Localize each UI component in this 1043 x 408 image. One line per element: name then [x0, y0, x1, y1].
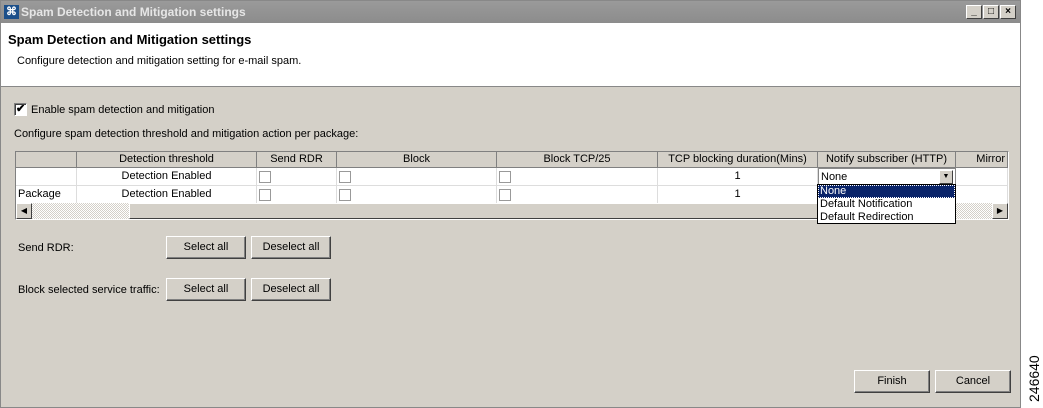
block-checkbox[interactable]: [339, 189, 351, 201]
send-rdr-checkbox[interactable]: [259, 189, 271, 201]
column-header[interactable]: [16, 152, 77, 168]
column-header[interactable]: TCP blocking duration(Mins): [658, 152, 818, 168]
column-header[interactable]: Notify subscriber (HTTP): [818, 152, 956, 168]
close-button[interactable]: ×: [1000, 5, 1016, 19]
check-icon: ✔: [16, 103, 26, 115]
column-header[interactable]: Detection threshold: [77, 152, 257, 168]
send-rdr-deselect-all-button[interactable]: Deselect all: [251, 236, 331, 259]
column-header[interactable]: Send RDR: [257, 152, 337, 168]
mirror-cell[interactable]: [956, 168, 1008, 186]
page-title: Spam Detection and Mitigation settings: [8, 32, 252, 47]
dropdown-option[interactable]: None: [818, 185, 955, 198]
wizard-header: Spam Detection and Mitigation settings C…: [1, 23, 1020, 87]
threshold-cell[interactable]: Detection Enabled: [77, 168, 257, 186]
dropdown-option[interactable]: Default Notification: [818, 198, 955, 211]
send-rdr-label: Send RDR:: [18, 242, 74, 254]
dialog-window: ⌘ Spam Detection and Mitigation settings…: [0, 0, 1021, 408]
threshold-cell[interactable]: Detection Enabled: [77, 186, 257, 204]
chevron-down-icon[interactable]: ▼: [939, 170, 953, 184]
package-cell: Package: [16, 186, 77, 204]
notify-dropdown-list[interactable]: None Default Notification Default Redire…: [817, 184, 956, 224]
scroll-left-icon[interactable]: ◀: [16, 203, 32, 219]
enable-spam-checkbox[interactable]: ✔: [14, 103, 27, 116]
mirror-cell[interactable]: [956, 186, 1008, 204]
scroll-right-icon[interactable]: ▶: [992, 203, 1008, 219]
page-description: Configure detection and mitigation setti…: [17, 55, 302, 67]
block-tcp25-checkbox[interactable]: [499, 189, 511, 201]
dropdown-option[interactable]: Default Redirection: [818, 211, 955, 224]
block-tcp25-checkbox[interactable]: [499, 171, 511, 183]
column-header[interactable]: Block TCP/25: [497, 152, 658, 168]
app-icon: ⌘: [4, 5, 19, 19]
cancel-button[interactable]: Cancel: [935, 370, 1011, 393]
column-header[interactable]: Mirror: [956, 152, 1008, 168]
duration-cell[interactable]: 1: [658, 186, 818, 204]
block-traffic-label: Block selected service traffic:: [18, 284, 160, 296]
minimize-button[interactable]: _: [966, 5, 982, 19]
column-header[interactable]: Block: [337, 152, 497, 168]
send-rdr-checkbox[interactable]: [259, 171, 271, 183]
send-rdr-select-all-button[interactable]: Select all: [166, 236, 246, 259]
table-caption: Configure spam detection threshold and m…: [14, 128, 359, 140]
title-bar: ⌘ Spam Detection and Mitigation settings…: [1, 1, 1020, 23]
block-deselect-all-button[interactable]: Deselect all: [251, 278, 331, 301]
duration-cell[interactable]: 1: [658, 168, 818, 186]
package-cell: [16, 168, 77, 186]
maximize-button[interactable]: □: [983, 5, 999, 19]
block-checkbox[interactable]: [339, 171, 351, 183]
block-select-all-button[interactable]: Select all: [166, 278, 246, 301]
enable-spam-label: Enable spam detection and mitigation: [31, 104, 215, 116]
finish-button[interactable]: Finish: [854, 370, 930, 393]
notify-value: None: [821, 171, 848, 183]
window-title: Spam Detection and Mitigation settings: [21, 5, 246, 19]
figure-id: 246640: [1026, 355, 1042, 402]
